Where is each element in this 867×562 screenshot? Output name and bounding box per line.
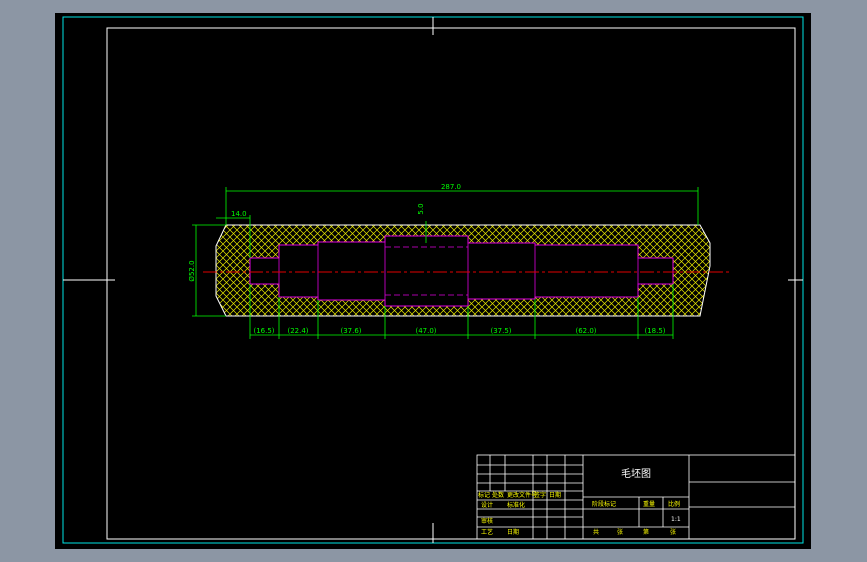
label-date2: 日期 (507, 528, 519, 536)
finished-shaft-profile (249, 235, 674, 307)
label-ratio: 比例 (668, 500, 680, 508)
allowance-dim: 5.0 (417, 203, 425, 214)
chamfer-dim: 14.0 (231, 210, 247, 218)
label-design: 设计 (481, 501, 493, 509)
label-sheet: 张 (617, 528, 623, 536)
title-block-texts: 毛坯图 标记 处数 更改文件号 签字 日期 设计 标准化 审核 工艺 日期 阶段… (478, 468, 681, 536)
label-page: 第 (643, 528, 649, 536)
segment-dim-6: (62.0) (575, 327, 596, 335)
label-change-doc: 更改文件号 (507, 491, 537, 499)
segment-dim-3: (37.6) (340, 327, 361, 335)
label-page-unit: 张 (670, 528, 676, 536)
drawing-title: 毛坯图 (621, 468, 651, 480)
overall-length-dim: 287.0 (441, 183, 461, 191)
label-mark: 标记 (478, 491, 490, 499)
label-signature: 签字 (534, 491, 546, 499)
diameter-dim: Ø52.0 (188, 260, 196, 281)
segment-dim-7: (18.5) (644, 327, 665, 335)
label-date: 日期 (549, 491, 561, 499)
label-total: 共 (593, 528, 599, 536)
label-weight: 重量 (643, 500, 655, 508)
segment-dim-4: (47.0) (415, 327, 436, 335)
segment-dim-5: (37.5) (490, 327, 511, 335)
label-process: 工艺 (481, 528, 493, 536)
segment-dim-1: (16.5) (253, 327, 274, 335)
label-audit: 审核 (481, 517, 493, 525)
segment-dim-2: (22.4) (287, 327, 308, 335)
label-count: 处数 (492, 491, 504, 499)
cad-drawing-canvas: 287.0 14.0 Ø52.0 5.0 (16.5) (22.4) (37.6… (62, 16, 804, 544)
label-stage-mark: 阶段标记 (592, 500, 616, 508)
cad-viewport[interactable]: 287.0 14.0 Ø52.0 5.0 (16.5) (22.4) (37.6… (55, 13, 811, 549)
label-standardize: 标准化 (507, 501, 525, 509)
scale-value: 1:1 (671, 516, 681, 523)
